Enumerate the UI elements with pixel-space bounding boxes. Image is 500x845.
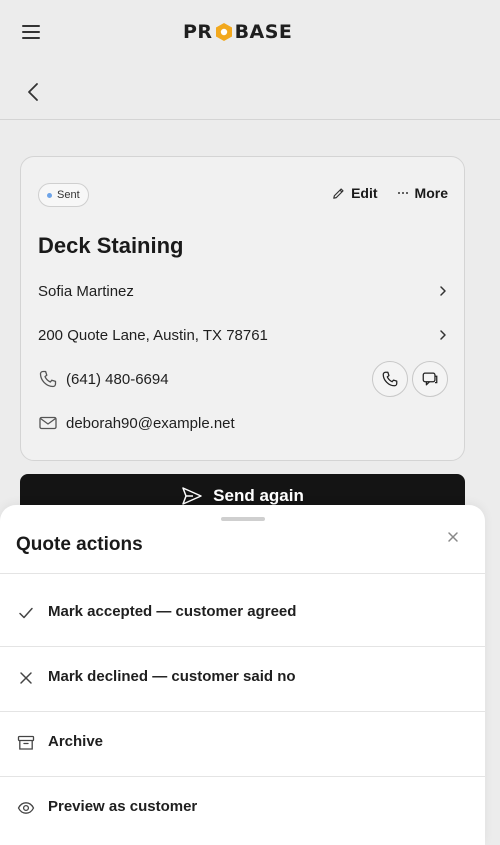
archive-box-icon bbox=[17, 735, 35, 750]
status-label: Sent bbox=[57, 189, 80, 201]
hamburger-menu-icon[interactable] bbox=[22, 22, 44, 42]
top-bar: PR BASE bbox=[0, 0, 500, 64]
chat-bubble-icon bbox=[422, 372, 438, 386]
divider bbox=[0, 573, 485, 574]
logo-hexagon-icon bbox=[215, 23, 232, 41]
sheet-title: Quote actions bbox=[16, 534, 143, 555]
mark-accepted-action[interactable]: Mark accepted — customer agreed bbox=[0, 581, 485, 645]
edit-button[interactable]: Edit bbox=[331, 185, 378, 201]
quote-card: Sent Edit More Deck Staining Sofia Marti… bbox=[20, 156, 465, 461]
back-navigation-row bbox=[0, 64, 500, 120]
email-row[interactable]: deborah90@example.net bbox=[38, 409, 449, 437]
more-button[interactable]: More bbox=[396, 185, 448, 201]
card-actions: Edit More bbox=[331, 185, 448, 201]
ellipsis-icon bbox=[397, 192, 408, 194]
logo-text-left: PR bbox=[183, 21, 213, 43]
sheet-drag-handle[interactable] bbox=[221, 517, 265, 521]
more-label: More bbox=[414, 185, 448, 201]
message-button[interactable] bbox=[412, 361, 448, 397]
archive-action[interactable]: Archive bbox=[0, 711, 485, 775]
call-button[interactable] bbox=[372, 361, 408, 397]
customer-name: Sofia Martinez bbox=[38, 282, 134, 300]
action-label: Mark declined — customer said no bbox=[48, 668, 296, 685]
status-dot-icon bbox=[47, 192, 52, 198]
chevron-left-icon[interactable] bbox=[22, 80, 44, 104]
address-row[interactable]: 200 Quote Lane, Austin, TX 78761 bbox=[38, 321, 449, 349]
chevron-right-icon bbox=[440, 286, 446, 296]
eye-icon bbox=[17, 802, 35, 814]
quote-title: Deck Staining bbox=[38, 233, 184, 258]
paper-plane-icon bbox=[182, 487, 202, 505]
quote-actions-sheet: Quote actions Mark accepted — customer a… bbox=[0, 505, 485, 845]
action-label: Mark accepted — customer agreed bbox=[48, 603, 297, 620]
action-label: Preview as customer bbox=[48, 798, 198, 815]
close-icon[interactable] bbox=[446, 530, 460, 544]
preview-as-customer-action[interactable]: Preview as customer bbox=[0, 776, 485, 840]
phone-icon bbox=[382, 371, 398, 387]
x-icon bbox=[20, 672, 32, 684]
phone-icon bbox=[39, 370, 57, 388]
customer-phone: (641) 480-6694 bbox=[66, 370, 169, 388]
envelope-icon bbox=[39, 416, 57, 430]
send-again-label: Send again bbox=[213, 486, 304, 505]
customer-email: deborah90@example.net bbox=[66, 414, 235, 432]
customer-name-row[interactable]: Sofia Martinez bbox=[38, 277, 449, 305]
chevron-right-icon bbox=[440, 330, 446, 340]
probase-logo[interactable]: PR BASE bbox=[183, 20, 292, 44]
action-label: Archive bbox=[48, 733, 104, 750]
status-badge: Sent bbox=[38, 183, 89, 207]
edit-label: Edit bbox=[351, 185, 378, 201]
customer-address: 200 Quote Lane, Austin, TX 78761 bbox=[38, 326, 268, 344]
check-icon bbox=[19, 607, 33, 619]
mark-declined-action[interactable]: Mark declined — customer said no bbox=[0, 646, 485, 710]
pencil-icon bbox=[333, 187, 344, 199]
logo-text-right: BASE bbox=[234, 21, 293, 43]
